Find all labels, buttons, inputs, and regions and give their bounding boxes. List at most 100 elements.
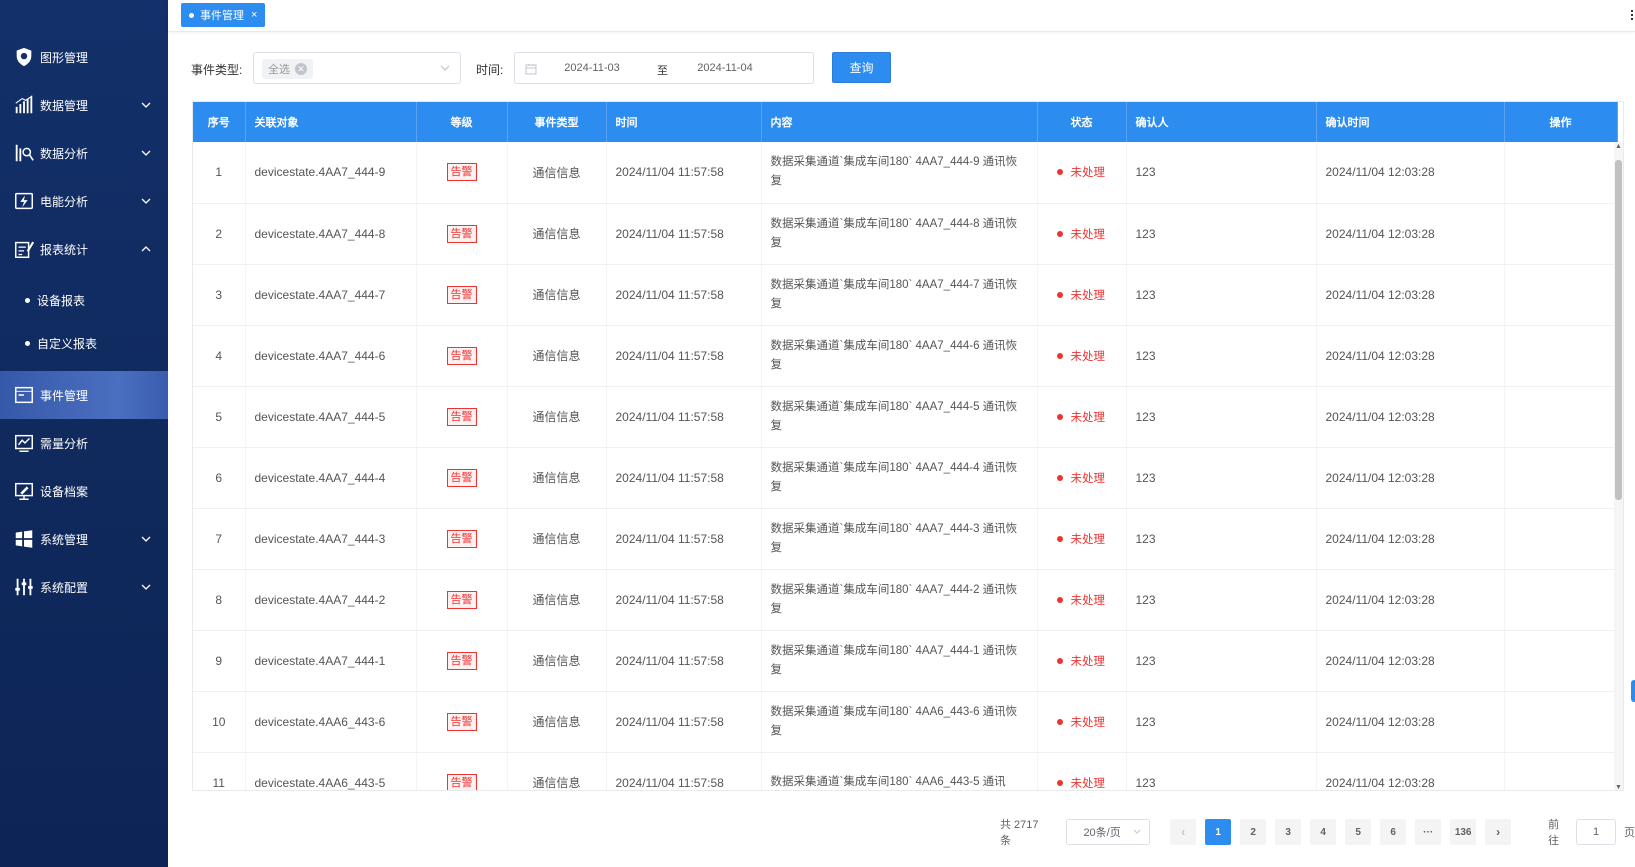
status-label: 未处理 xyxy=(1070,167,1106,180)
cell-confirmer: 123 xyxy=(1126,264,1317,326)
cell-level: 告警 xyxy=(416,203,508,265)
table-row[interactable]: 11 devicestate.4AA6_443-5 告警 通信信息 2024/11/04… xyxy=(193,752,1618,790)
table-row[interactable]: 10 devicestate.4AA6_443-6 告警 通信信息 2024/11/04… xyxy=(193,691,1618,753)
page-button[interactable]: 2 xyxy=(1240,819,1267,845)
cell-time: 2024/11/04 11:57:58 xyxy=(606,569,762,631)
sidebar-subitem-custom-report[interactable]: 自定义报表 xyxy=(0,322,168,365)
table-row[interactable]: 6 devicestate.4AA7_444-4 告警 通信信息 2024/11/04 … xyxy=(193,447,1618,509)
cell-status: 未处理 xyxy=(1037,630,1127,692)
level-badge: 告警 xyxy=(446,651,477,670)
status-label: 未处理 xyxy=(1070,594,1106,607)
sidebar-item-report-stats[interactable]: 报表统计 xyxy=(0,225,168,273)
sidebar-item-label: 电能分析 xyxy=(40,194,89,209)
cell-time: 2024/11/04 11:57:58 xyxy=(606,325,762,387)
more-icon[interactable] xyxy=(1631,10,1635,20)
next-page-button[interactable]: › xyxy=(1485,819,1512,845)
cell-no: 1 xyxy=(193,142,246,204)
cell-confirm-time: 2024/11/04 12:03:28 xyxy=(1316,325,1505,387)
event-type-select[interactable]: 全选 ✕ xyxy=(253,52,461,84)
page-button[interactable]: 3 xyxy=(1275,819,1302,845)
cell-time: 2024/11/04 11:57:58 xyxy=(606,203,762,265)
sidebar-item-energy-analysis[interactable]: 电能分析 xyxy=(0,177,168,225)
table-row[interactable]: 9 devicestate.4AA7_444-1 告警 通信信息 2024/11/04 … xyxy=(193,630,1618,692)
cell-status: 未处理 xyxy=(1037,691,1127,753)
cell-time: 2024/11/04 11:57:58 xyxy=(606,142,762,204)
cell-content: 数据采集通道`集成车间180` 4AA6_443-6 通讯恢复 xyxy=(761,691,1038,753)
page-button[interactable]: 5 xyxy=(1345,819,1372,845)
cell-object: devicestate.4AA6_443-5 xyxy=(245,752,417,790)
cell-level: 告警 xyxy=(416,691,508,753)
scrollbar-thumb[interactable] xyxy=(1615,160,1622,500)
table-row[interactable]: 5 devicestate.4AA7_444-5 告警 通信信息 2024/11/04 … xyxy=(193,386,1618,448)
table-row[interactable]: 7 devicestate.4AA7_444-3 告警 通信信息 2024/11/04 … xyxy=(193,508,1618,570)
cell-status: 未处理 xyxy=(1037,325,1127,387)
page-button[interactable]: 4 xyxy=(1310,819,1337,845)
scroll-down-icon[interactable]: ▼ xyxy=(1614,783,1623,790)
page-size-select[interactable]: 20条/页 xyxy=(1066,819,1151,845)
event-table: 序号 关联对象 等级 事件类型 时间 内容 状态 确认人 确认时间 操作 1 de… xyxy=(192,101,1624,791)
tag-close-icon[interactable]: ✕ xyxy=(295,63,307,75)
status-dot-icon xyxy=(1056,413,1063,420)
report-icon xyxy=(12,237,36,261)
page-button[interactable]: ··· xyxy=(1415,819,1442,845)
cell-confirm-time: 2024/11/04 12:03:28 xyxy=(1316,386,1505,448)
cell-actions xyxy=(1504,386,1618,448)
cell-status: 未处理 xyxy=(1037,386,1127,448)
sidebar-item-demand-analysis[interactable]: 需量分析 xyxy=(0,419,168,467)
query-button[interactable]: 查询 xyxy=(832,52,891,83)
table-row[interactable]: 1 devicestate.4AA7_444-9 告警 通信信息 2024/11/04 … xyxy=(193,142,1618,204)
cell-type: 通信信息 xyxy=(507,264,607,326)
cell-object: devicestate.4AA7_444-4 xyxy=(245,447,417,509)
scroll-up-icon[interactable]: ▲ xyxy=(1614,142,1623,151)
report-submenu: 设备报表 自定义报表 xyxy=(0,273,168,371)
page-size-label: 20条/页 xyxy=(1083,827,1121,839)
sidebar-item-graphics[interactable]: 图形管理 xyxy=(0,33,168,81)
sidebar-item-label: 需量分析 xyxy=(40,436,89,451)
total-count: 共 2717 条 xyxy=(1000,819,1039,847)
cell-type: 通信信息 xyxy=(507,569,607,631)
status-badge: 未处理 xyxy=(1056,348,1105,364)
cell-content: 数据采集通道`集成车间180` 4AA7_444-7 通讯恢复 xyxy=(761,264,1038,326)
tab-event-management[interactable]: 事件管理 × xyxy=(181,3,266,27)
cell-confirmer: 123 xyxy=(1126,386,1317,448)
table-row[interactable]: 3 devicestate.4AA7_444-7 告警 通信信息 2024/11/04 … xyxy=(193,264,1618,326)
close-icon[interactable]: × xyxy=(251,9,257,21)
device-file-icon xyxy=(12,479,36,503)
cell-content: 数据采集通道`集成车间180` 4AA7_444-3 通讯恢复 xyxy=(761,508,1038,570)
page-button[interactable]: 1 xyxy=(1205,819,1232,845)
page-button[interactable]: 136 xyxy=(1450,819,1477,845)
table-row[interactable]: 4 devicestate.4AA7_444-6 告警 通信信息 2024/11/04 … xyxy=(193,325,1618,387)
cell-content: 数据采集通道`集成车间180` 4AA6_443-5 通讯 xyxy=(761,752,1038,790)
table-row[interactable]: 2 devicestate.4AA7_444-8 告警 通信信息 2024/11/04 … xyxy=(193,203,1618,265)
goto-page-input[interactable] xyxy=(1576,819,1617,845)
end-date-input[interactable]: 2024-11-04 xyxy=(690,62,760,74)
vertical-scrollbar[interactable]: ▲ ▼ xyxy=(1614,142,1623,790)
sidebar-item-data-analysis[interactable]: 数据分析 xyxy=(0,129,168,177)
prev-page-button[interactable]: ‹ xyxy=(1170,819,1197,845)
sidebar-item-event-management[interactable]: 事件管理 xyxy=(0,371,168,419)
page-number-list: 1 2 3 4 5 6 ··· 136 xyxy=(1205,819,1485,845)
level-badge: 告警 xyxy=(446,224,477,243)
sidebar-item-data-management[interactable]: 数据管理 xyxy=(0,81,168,129)
cell-level: 告警 xyxy=(416,569,508,631)
event-icon xyxy=(12,383,36,407)
start-date-input[interactable]: 2024-11-03 xyxy=(557,62,627,74)
table-row[interactable]: 8 devicestate.4AA7_444-2 告警 通信信息 2024/11/04 … xyxy=(193,569,1618,631)
status-dot-icon xyxy=(1056,657,1063,664)
sidebar-item-device-files[interactable]: 设备档案 xyxy=(0,467,168,515)
selected-tag-label: 全选 xyxy=(268,64,290,76)
cell-no: 3 xyxy=(193,264,246,326)
cell-type: 通信信息 xyxy=(507,325,607,387)
bullet-icon xyxy=(25,298,30,303)
cell-type: 通信信息 xyxy=(507,447,607,509)
page-button[interactable]: 6 xyxy=(1380,819,1407,845)
sidebar-subitem-device-report[interactable]: 设备报表 xyxy=(0,279,168,322)
status-dot-icon xyxy=(1056,474,1063,481)
side-handle[interactable] xyxy=(1631,680,1635,702)
cell-object: devicestate.4AA7_444-2 xyxy=(245,569,417,631)
cell-confirm-time: 2024/11/04 12:03:28 xyxy=(1316,508,1505,570)
date-range-picker[interactable]: 2024-11-03 至 2024-11-04 xyxy=(514,52,814,84)
sidebar-item-system-management[interactable]: 系统管理 xyxy=(0,515,168,563)
sidebar-item-system-config[interactable]: 系统配置 xyxy=(0,563,168,611)
status-label: 未处理 xyxy=(1070,228,1106,241)
